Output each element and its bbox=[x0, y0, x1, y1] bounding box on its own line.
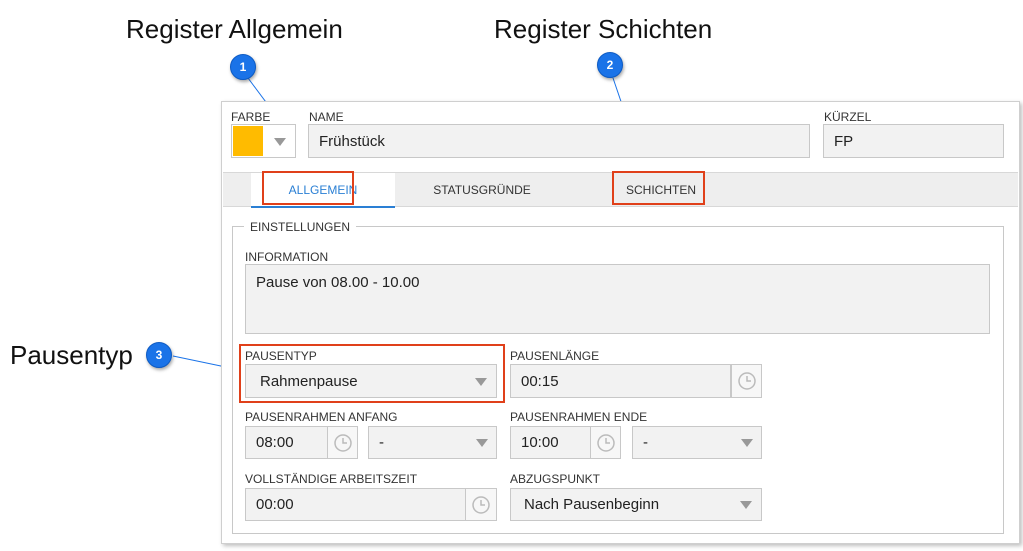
short-label: KÜRZEL bbox=[824, 110, 872, 124]
chevron-down-icon bbox=[274, 138, 286, 146]
frame-start-select-value: - bbox=[379, 434, 384, 451]
frame-start-label: PAUSENRAHMEN ANFANG bbox=[245, 410, 398, 424]
frame-end-label: PAUSENRAHMEN ENDE bbox=[510, 410, 648, 424]
break-length-clock-button[interactable] bbox=[731, 364, 762, 398]
highlight-break-type bbox=[239, 344, 505, 403]
settings-legend: EINSTELLUNGEN bbox=[244, 220, 357, 234]
information-textarea[interactable]: Pause von 08.00 - 10.00 bbox=[245, 264, 990, 334]
full-worktime-input[interactable]: 00:00 bbox=[245, 488, 467, 521]
clock-icon bbox=[333, 433, 352, 452]
callout-badge-2: 2 bbox=[597, 52, 623, 78]
full-worktime-label: VOLLSTÄNDIGE ARBEITSZEIT bbox=[245, 472, 418, 486]
frame-start-clock-button[interactable] bbox=[327, 426, 358, 459]
chevron-down-icon bbox=[476, 439, 488, 447]
tab-label: STATUSGRÜNDE bbox=[433, 183, 531, 197]
name-input[interactable]: Frühstück bbox=[308, 124, 810, 158]
deduction-select[interactable]: Nach Pausenbeginn bbox=[510, 488, 762, 521]
clock-icon bbox=[737, 372, 756, 390]
break-length-label: PAUSENLÄNGE bbox=[510, 349, 600, 363]
full-worktime-clock-button[interactable] bbox=[465, 488, 497, 521]
highlight-tab-schichten bbox=[612, 171, 705, 205]
tab-statusgruende[interactable]: STATUSGRÜNDE bbox=[405, 173, 559, 207]
frame-end-clock-button[interactable] bbox=[590, 426, 621, 459]
frame-end-select[interactable]: - bbox=[632, 426, 762, 459]
color-swatch bbox=[233, 126, 263, 156]
callout-badge-1: 1 bbox=[230, 54, 256, 80]
deduction-label: ABZUGSPUNKT bbox=[510, 472, 601, 486]
clock-icon bbox=[472, 495, 490, 514]
frame-end-select-value: - bbox=[643, 434, 648, 451]
chevron-down-icon bbox=[740, 501, 752, 509]
frame-end-time-input[interactable]: 10:00 bbox=[510, 426, 592, 459]
chevron-down-icon bbox=[741, 439, 753, 447]
break-length-input[interactable]: 00:15 bbox=[510, 364, 731, 398]
name-label: NAME bbox=[309, 110, 344, 124]
highlight-tab-allgemein bbox=[262, 171, 354, 205]
frame-start-time-input[interactable]: 08:00 bbox=[245, 426, 329, 459]
callout-badge-3: 3 bbox=[146, 342, 172, 368]
color-label: FARBE bbox=[231, 110, 271, 124]
deduction-value: Nach Pausenbeginn bbox=[524, 496, 660, 513]
frame-start-select[interactable]: - bbox=[368, 426, 497, 459]
shift-break-dialog: FARBE NAME Frühstück KÜRZEL FP ALLGEMEIN… bbox=[221, 101, 1020, 544]
clock-icon bbox=[596, 433, 615, 452]
short-input[interactable]: FP bbox=[823, 124, 1004, 158]
information-label: INFORMATION bbox=[245, 250, 329, 264]
color-picker[interactable] bbox=[231, 124, 296, 158]
